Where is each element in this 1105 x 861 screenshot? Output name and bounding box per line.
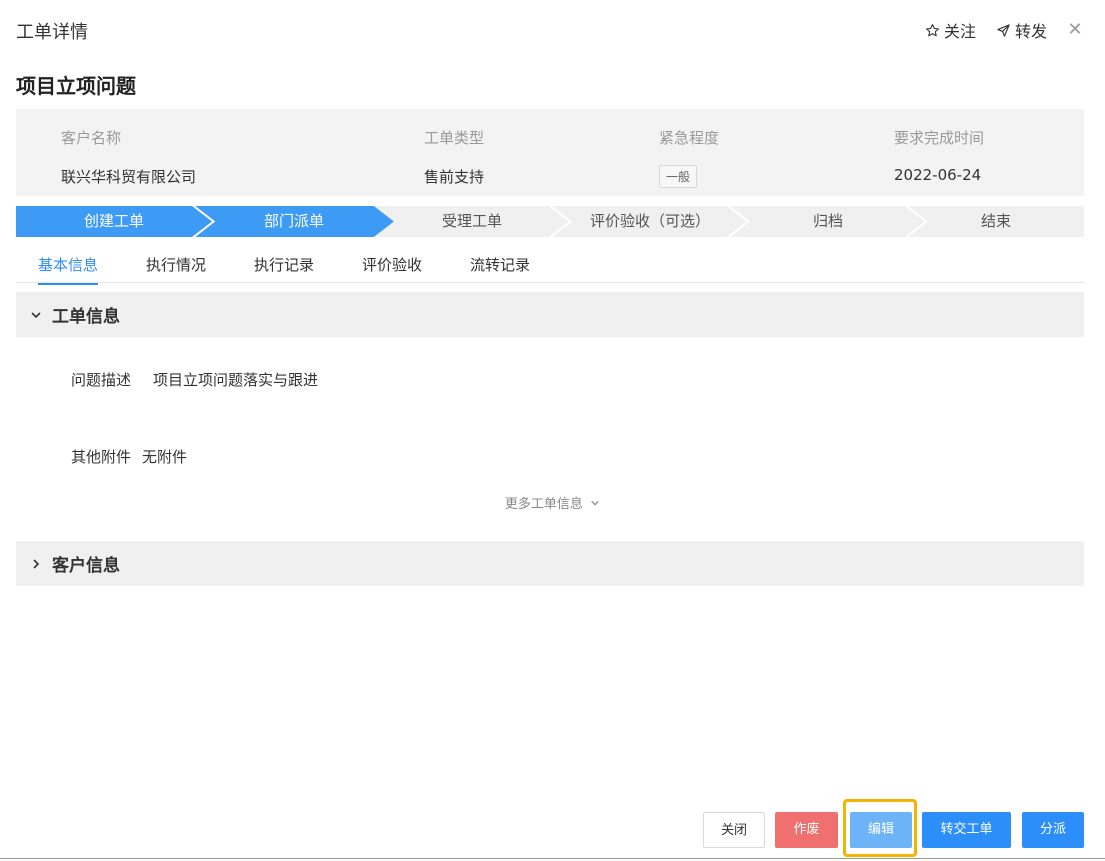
attachments-label: 其他附件 <box>71 448 132 466</box>
forward-button[interactable]: 转发 <box>996 18 1047 42</box>
summary-card: 客户名称 联兴华科贸有限公司 工单类型 售前支持 紧急程度 一般 要求完成时间 … <box>16 109 1084 196</box>
description-field: 问题描述 项目立项问题落实与跟进 <box>71 369 318 390</box>
tab-execution-status[interactable]: 执行情况 <box>146 254 206 283</box>
step-label: 创建工单 <box>83 212 144 230</box>
due-label: 要求完成时间 <box>894 129 985 147</box>
step-label: 受理工单 <box>441 212 502 230</box>
close-icon[interactable]: ✕ <box>1067 21 1083 39</box>
header-actions: 关注 转发 ✕ <box>925 18 1083 42</box>
customer-label: 客户名称 <box>61 129 122 147</box>
attachments-field: 其他附件 无附件 <box>71 446 187 467</box>
tab-flow-records[interactable]: 流转记录 <box>470 254 530 283</box>
step-label: 评价验收（可选） <box>589 212 710 230</box>
page-title: 项目立项问题 <box>16 74 136 98</box>
close-button[interactable]: 关闭 <box>703 812 765 848</box>
chevron-down-icon <box>30 309 42 321</box>
dialog-title: 工单详情 <box>16 22 88 43</box>
more-info-label: 更多工单信息 <box>504 497 583 512</box>
tab-basic-info[interactable]: 基本信息 <box>38 254 99 285</box>
urgency-badge: 一般 <box>659 165 698 188</box>
tab-review[interactable]: 评价验收 <box>362 254 422 283</box>
attachments-value: 无附件 <box>142 448 188 466</box>
due-info: 要求完成时间 2022-06-24 <box>894 127 984 184</box>
void-button[interactable]: 作废 <box>775 812 838 848</box>
type-label: 工单类型 <box>424 129 485 147</box>
description-value: 项目立项问题落实与跟进 <box>153 371 319 389</box>
detail-tabs: 基本信息 执行情况 执行记录 评价验收 流转记录 <box>16 252 1084 285</box>
urgency-info: 紧急程度 一般 <box>659 127 719 188</box>
urgency-label: 紧急程度 <box>659 129 720 147</box>
more-info-link[interactable]: 更多工单信息 <box>0 493 1105 512</box>
step-label: 部门派单 <box>263 212 324 230</box>
customer-info-title: 客户信息 <box>52 556 120 576</box>
type-info: 工单类型 售前支持 <box>424 127 484 187</box>
order-info-title: 工单信息 <box>52 307 120 327</box>
forward-label: 转发 <box>1014 22 1047 41</box>
step-accept-order: 受理工单 <box>374 206 570 237</box>
step-archive: 归档 <box>730 206 926 237</box>
step-dept-dispatch: 部门派单 <box>194 206 394 237</box>
star-icon <box>925 23 939 36</box>
customer-info-header[interactable]: 客户信息 <box>16 541 1084 586</box>
customer-info: 客户名称 联兴华科贸有限公司 <box>61 127 196 187</box>
customer-value: 联兴华科贸有限公司 <box>61 168 197 186</box>
edit-button[interactable]: 编辑 <box>850 812 912 848</box>
transfer-order-button[interactable]: 转交工单 <box>922 812 1011 848</box>
chevron-down-icon <box>591 500 599 506</box>
chevron-right-icon <box>30 558 42 570</box>
follow-button[interactable]: 关注 <box>925 18 976 42</box>
step-label: 结束 <box>980 212 1011 230</box>
step-label: 归档 <box>812 212 843 230</box>
tab-execution-records[interactable]: 执行记录 <box>254 254 314 283</box>
follow-label: 关注 <box>943 22 976 41</box>
progress-steps: 创建工单 部门派单 受理工单 评价验收（可选） 归档 结束 <box>16 206 1084 237</box>
bottom-divider <box>0 858 1105 859</box>
dispatch-button[interactable]: 分派 <box>1022 812 1084 848</box>
step-end: 结束 <box>908 206 1084 237</box>
step-create-order: 创建工单 <box>16 206 212 237</box>
order-info-header[interactable]: 工单信息 <box>16 292 1084 337</box>
type-value: 售前支持 <box>424 168 485 186</box>
step-review: 评价验收（可选） <box>552 206 748 237</box>
send-icon <box>997 23 1010 37</box>
due-value: 2022-06-24 <box>894 166 982 184</box>
description-label: 问题描述 <box>71 371 132 389</box>
